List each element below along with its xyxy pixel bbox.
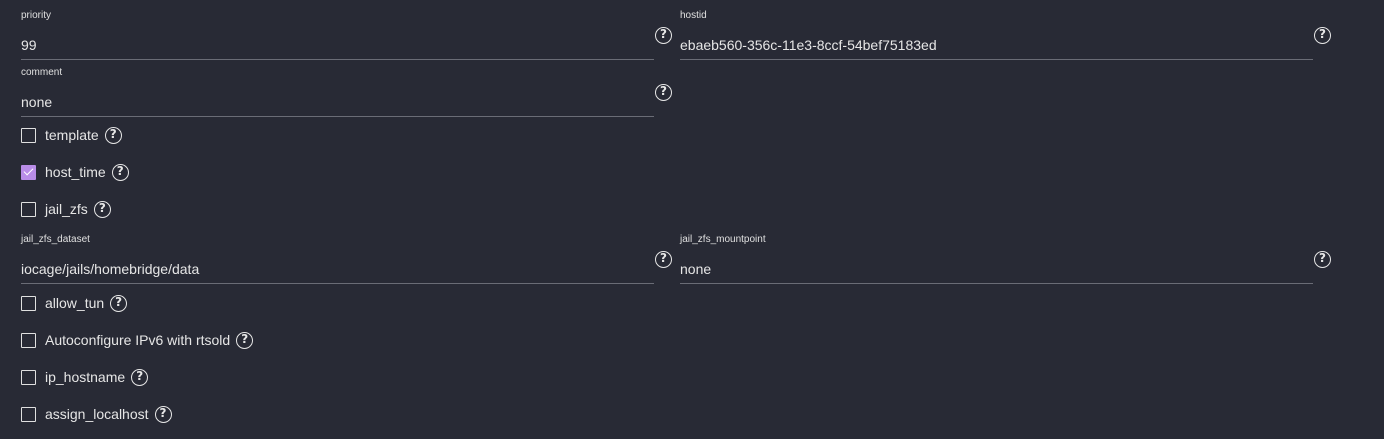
hostid-field[interactable]: hostid ebaeb560-356c-11e3-8ccf-54bef7518… xyxy=(680,10,1313,60)
hostid-help-icon[interactable]: ? xyxy=(1314,27,1331,44)
jail-zfs-label: jail_zfs xyxy=(45,201,88,217)
jail-zfs-mountpoint-help-icon[interactable]: ? xyxy=(1314,251,1331,268)
template-help-icon[interactable]: ? xyxy=(104,126,122,144)
jail-zfs-dataset-help-icon[interactable]: ? xyxy=(655,251,672,268)
hostid-underline xyxy=(680,59,1313,60)
priority-label: priority xyxy=(21,10,52,21)
assign-localhost-checkbox[interactable] xyxy=(21,406,36,422)
jail-zfs-dataset-input[interactable]: iocage/jails/homebridge/data xyxy=(21,261,199,277)
priority-field[interactable]: priority 99 xyxy=(21,10,654,60)
allow-tun-checkbox[interactable] xyxy=(21,295,36,311)
host-time-label: host_time xyxy=(45,164,106,180)
comment-underline xyxy=(21,116,654,117)
rtsold-help-icon[interactable]: ? xyxy=(236,331,254,349)
jail-zfs-dataset-label: jail_zfs_dataset xyxy=(21,234,90,245)
assign-localhost-help-icon[interactable]: ? xyxy=(154,405,172,423)
jail-zfs-dataset-field[interactable]: jail_zfs_dataset iocage/jails/homebridge… xyxy=(21,234,654,284)
ip-hostname-checkbox[interactable] xyxy=(21,369,36,385)
jail-zfs-mountpoint-underline xyxy=(680,283,1313,284)
ip-hostname-checkbox-row[interactable]: ip_hostname ? xyxy=(21,368,149,386)
allow-tun-label: allow_tun xyxy=(45,295,105,311)
priority-input[interactable]: 99 xyxy=(21,37,37,53)
jail-zfs-dataset-underline xyxy=(21,283,654,284)
jail-zfs-mountpoint-field[interactable]: jail_zfs_mountpoint none xyxy=(680,234,1313,284)
jail-zfs-help-icon[interactable]: ? xyxy=(93,200,111,218)
hostid-input[interactable]: ebaeb560-356c-11e3-8ccf-54bef75183ed xyxy=(680,37,937,53)
ip-hostname-help-icon[interactable]: ? xyxy=(131,368,149,386)
jail-zfs-mountpoint-input[interactable]: none xyxy=(680,261,711,277)
comment-field[interactable]: comment none xyxy=(21,67,654,117)
host-time-help-icon[interactable]: ? xyxy=(111,163,129,181)
jail-zfs-checkbox-row[interactable]: jail_zfs ? xyxy=(21,200,111,218)
priority-help-icon[interactable]: ? xyxy=(655,27,672,44)
host-time-checkbox-row[interactable]: host_time ? xyxy=(21,163,129,181)
ip-hostname-label: ip_hostname xyxy=(45,369,126,385)
allow-tun-help-icon[interactable]: ? xyxy=(110,294,128,312)
rtsold-checkbox-row[interactable]: Autoconfigure IPv6 with rtsold ? xyxy=(21,331,254,349)
jail-zfs-mountpoint-label: jail_zfs_mountpoint xyxy=(680,234,766,245)
allow-tun-checkbox-row[interactable]: allow_tun ? xyxy=(21,294,128,312)
rtsold-checkbox[interactable] xyxy=(21,332,36,348)
template-label: template xyxy=(45,127,99,143)
template-checkbox-row[interactable]: template ? xyxy=(21,126,122,144)
hostid-label: hostid xyxy=(680,10,707,21)
comment-input[interactable]: none xyxy=(21,94,52,110)
rtsold-label: Autoconfigure IPv6 with rtsold xyxy=(45,332,231,348)
comment-help-icon[interactable]: ? xyxy=(655,84,672,101)
assign-localhost-checkbox-row[interactable]: assign_localhost ? xyxy=(21,405,172,423)
jail-zfs-checkbox[interactable] xyxy=(21,201,36,217)
host-time-checkbox[interactable] xyxy=(21,164,36,180)
template-checkbox[interactable] xyxy=(21,127,36,143)
priority-underline xyxy=(21,59,654,60)
assign-localhost-label: assign_localhost xyxy=(45,406,149,422)
comment-label: comment xyxy=(21,67,63,78)
